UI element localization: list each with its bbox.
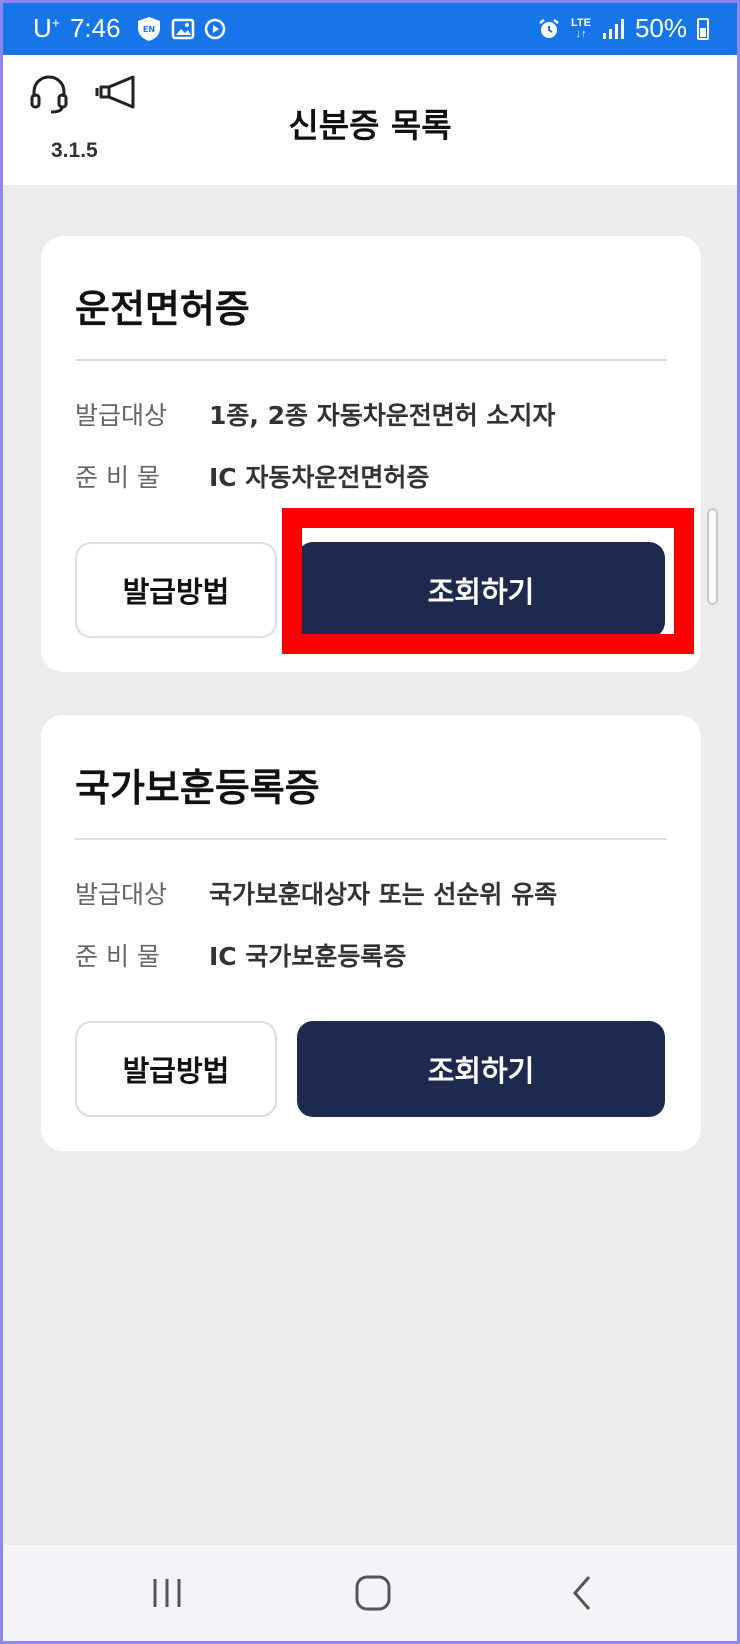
status-time: 7:46 (69, 13, 121, 43)
issue-method-button[interactable]: 발급방법 (75, 1021, 277, 1117)
status-bar: U+ 7:46 EN LTE ↓↑ 50% (3, 3, 737, 55)
signal-icon (602, 18, 624, 39)
system-nav-bar (3, 1545, 737, 1641)
battery-percent: 50% (634, 13, 687, 43)
eligibility-label: 발급대상 (75, 401, 168, 430)
home-icon[interactable] (353, 1573, 393, 1613)
page-title: 신분증 목록 (288, 106, 452, 145)
scrollbar[interactable] (707, 508, 718, 605)
card-title: 국가보훈등록증 (75, 766, 320, 810)
divider (75, 838, 667, 840)
screen: U+ 7:46 EN LTE ↓↑ 50% 3.1.5 신분증 목록 운전면허증… (3, 3, 737, 1641)
lte-indicator: LTE ↓↑ (571, 17, 591, 40)
requirements-label: 준 비 물 (75, 942, 160, 971)
card-title: 운전면허증 (75, 287, 250, 331)
divider (75, 359, 667, 361)
requirements-value: IC 자동차운전면허증 (209, 463, 430, 492)
issue-method-button[interactable]: 발급방법 (75, 542, 277, 638)
view-button[interactable]: 조회하기 (297, 1021, 665, 1117)
carrier-sup: + (51, 14, 60, 31)
svg-text:EN: EN (142, 25, 154, 34)
recent-apps-icon[interactable] (149, 1573, 185, 1613)
requirements-value: IC 국가보훈등록증 (209, 942, 407, 971)
eligibility-value: 국가보훈대상자 또는 선순위 유족 (209, 880, 558, 909)
status-left: U+ 7:46 EN (33, 13, 227, 44)
battery-icon (697, 17, 709, 40)
app-header: 3.1.5 신분증 목록 (3, 55, 737, 185)
notification-icons: EN (135, 15, 227, 43)
shield-icon: EN (137, 16, 160, 41)
card-veteran-id: 국가보훈등록증 발급대상 국가보훈대상자 또는 선순위 유족 준 비 물 IC … (41, 715, 701, 1151)
requirements-label: 준 비 물 (75, 463, 160, 492)
alarm-icon (539, 18, 559, 38)
image-icon (171, 18, 194, 39)
carrier-text: U (33, 13, 52, 43)
highlight-box (282, 508, 694, 654)
carrier: U+ (33, 13, 60, 44)
sync-icon (204, 18, 225, 39)
data-arrows-icon: ↓↑ (575, 27, 587, 40)
eligibility-label: 발급대상 (75, 880, 168, 909)
status-right: LTE ↓↑ 50% (537, 13, 709, 44)
back-icon[interactable] (567, 1573, 597, 1613)
eligibility-value: 1종, 2종 자동차운전면허 소지자 (209, 401, 556, 430)
